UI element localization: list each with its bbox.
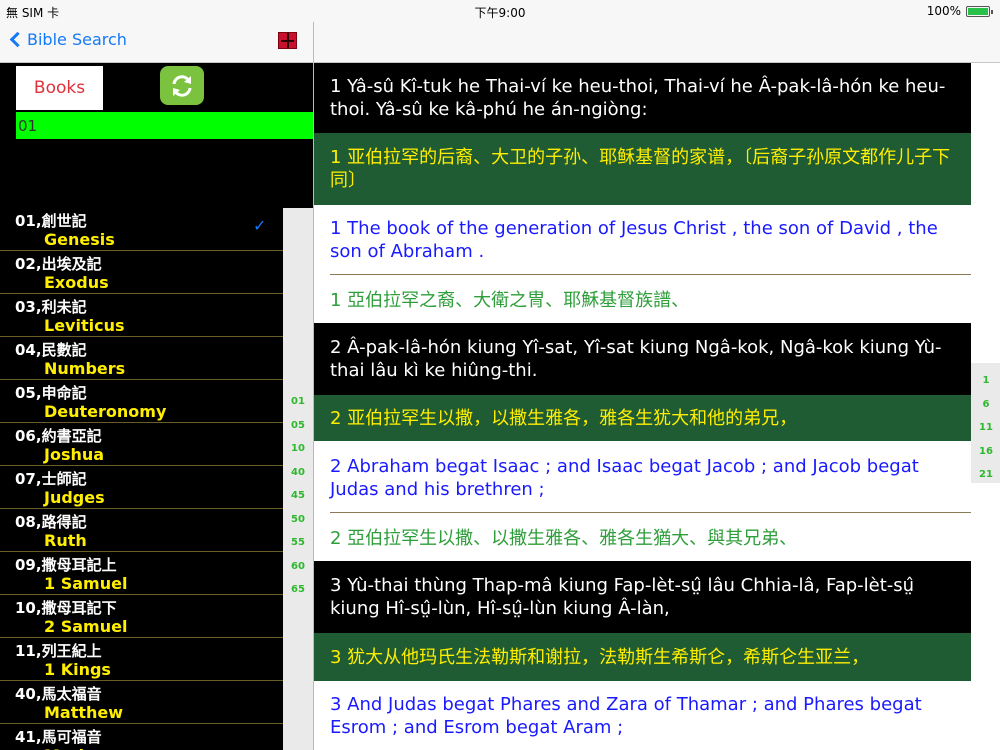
book-english-name: 1 Kings [44,660,111,679]
verse-english[interactable]: 2 Abraham begat Isaac ; and Isaac begat … [314,443,971,513]
book-chinese-name: 41,馬可福音 [15,728,102,746]
verse-english[interactable]: 1 The book of the generation of Jesus Ch… [314,205,971,275]
book-english-name: Exodus [44,273,109,292]
book-english-name: Leviticus [44,316,125,335]
verse-separator [330,274,971,275]
book-list-item[interactable]: 05,申命記 Deuteronomy [0,380,283,423]
verse-english[interactable]: 3 And Judas begat Phares and Zara of Tha… [314,681,971,750]
book-list: 01,創世記 Genesis ✓ 02,出埃及記 Exodus 03,利未記 Levitic… [0,208,283,750]
book-chinese-name: 04,民數記 [15,341,87,359]
verse-index-item[interactable]: 11 [971,422,1000,433]
refresh-icon [172,74,192,97]
battery-indicator: 100% [926,4,993,18]
books-button[interactable]: Books [16,66,103,110]
book-english-name: Judges [44,488,105,507]
book-list-item[interactable]: 41,馬可福音Mark [0,724,283,750]
book-list-item[interactable]: 02,出埃及記 Exodus [0,251,283,294]
verse-simplified-chinese[interactable]: 3 犹大从他玛氏生法勒斯和谢拉，法勒斯生希斯仑，希斯仑生亚兰， [314,633,971,681]
chapter-index-item[interactable]: 40 [283,467,313,478]
book-list-item[interactable]: 08,路得記 Ruth [0,509,283,552]
verse-hakka[interactable]: 2 Â-pak-lâ-hón kiung Yî-sat, Yî-sat kiun… [314,323,971,395]
chapter-index-item[interactable]: 65 [283,584,313,595]
book-list-item[interactable]: 03,利未記 Leviticus [0,294,283,337]
verse-pane: 1 Yâ-sû Kî-tuk he Thai-ví ke heu-thoi, T… [313,22,1000,750]
book-list-item[interactable]: 06,約書亞記 Joshua [0,423,283,466]
book-list-item[interactable]: 09,撒母耳記上 1 Samuel [0,552,283,595]
book-chinese-name: 09,撒母耳記上 [15,556,117,574]
verse-hakka[interactable]: 1 Yâ-sû Kî-tuk he Thai-ví ke heu-thoi, T… [314,63,971,133]
verse-index-item[interactable]: 16 [971,446,1000,457]
battery-percent: 100% [926,4,961,18]
book-english-name: Deuteronomy [44,402,167,421]
book-chinese-name: 05,申命記 [15,384,87,402]
book-chinese-name: 02,出埃及記 [15,255,102,273]
right-navbar [314,22,1000,63]
book-chinese-name: 40,馬太福音 [15,685,102,703]
chapter-index-item[interactable]: 60 [283,561,313,572]
verse-simplified-chinese[interactable]: 2 亚伯拉罕生以撒，以撒生雅各，雅各生犹大和他的弟兄， [314,395,971,441]
book-english-name: 1 Samuel [44,574,128,593]
book-chinese-name: 11,列王紀上 [15,642,102,660]
book-english-name: Numbers [44,359,126,378]
checkmark-icon: ✓ [253,216,267,235]
chapter-index-bar[interactable]: 01 05 10 40 45 50 55 60 65 [283,208,313,750]
chapter-index-item[interactable]: 10 [283,443,313,454]
back-button[interactable]: Bible Search [8,30,127,49]
verse-hakka[interactable]: 3 Yù-thai thùng Thap-mâ kiung Fap-lèt-sṳ… [314,561,971,633]
book-chinese-name: 07,士師記 [15,470,87,488]
status-bar: 無 SIM 卡 下午9:00 100% [0,0,1000,22]
search-input[interactable] [16,112,313,139]
book-chinese-name: 01,創世記 [15,212,87,230]
chapter-index-item[interactable]: 01 [283,396,313,407]
verse-simplified-chinese[interactable]: 1 亚伯拉罕的后裔、大卫的子孙、耶稣基督的家谱，〔后裔子孙原文都作儿子下同〕 [314,133,971,205]
chapter-index-background [283,208,313,750]
chevron-left-icon [9,31,26,48]
chapter-index-item[interactable]: 50 [283,514,313,525]
book-english-name: Joshua [44,445,105,464]
book-sidebar: Bible Search Books 01,創世記Genesis ✓ 02,出埃及記… [0,22,313,750]
book-list-item[interactable]: 10,撒母耳記下 2 Samuel [0,595,283,638]
verse-index-bar[interactable]: 1 6 11 16 21 [971,363,1000,750]
verse-index-item[interactable]: 21 [971,469,1000,480]
back-button-label: Bible Search [27,30,127,49]
book-list-item[interactable]: 40,馬太福音 Matthew [0,681,283,724]
book-chinese-name: 10,撒母耳記下 [15,599,117,617]
refresh-button[interactable] [160,66,204,105]
book-list-item[interactable]: 04,民數記 Numbers [0,337,283,380]
chapter-index-item[interactable]: 05 [283,420,313,431]
verse-traditional-chinese[interactable]: 2 亞伯拉罕生以撒、以撒生雅各、雅各生猶大、與其兄弟、 [314,515,971,561]
verse-traditional-chinese[interactable]: 1 亞伯拉罕之裔、大衛之冑、耶穌基督族譜、 [314,277,971,323]
verse-index-item[interactable]: 6 [971,399,1000,410]
chapter-index-item[interactable]: 55 [283,537,313,548]
book-english-name: Ruth [44,531,87,550]
book-list-item[interactable]: 01,創世記 Genesis ✓ [0,208,283,251]
battery-icon [966,5,993,17]
book-list-item[interactable]: 07,士師記 Judges [0,466,283,509]
left-navbar: Bible Search [0,22,313,63]
verse-index-item[interactable]: 1 [971,375,1000,386]
book-chinese-name: 06,約書亞記 [15,427,102,445]
book-english-name: Matthew [44,703,124,722]
book-english-name: Genesis [44,230,115,249]
book-english-name: Mark [44,746,89,750]
bible-book-icon[interactable] [278,32,297,49]
book-list-item[interactable]: 11,列王紀上 1 Kings [0,638,283,681]
book-english-name: 2 Samuel [44,617,128,636]
book-chinese-name: 08,路得記 [15,513,87,531]
clock: 下午9:00 [474,6,526,20]
chapter-index-item[interactable]: 45 [283,490,313,501]
verse-separator [330,512,971,513]
book-chinese-name: 03,利未記 [15,298,87,316]
